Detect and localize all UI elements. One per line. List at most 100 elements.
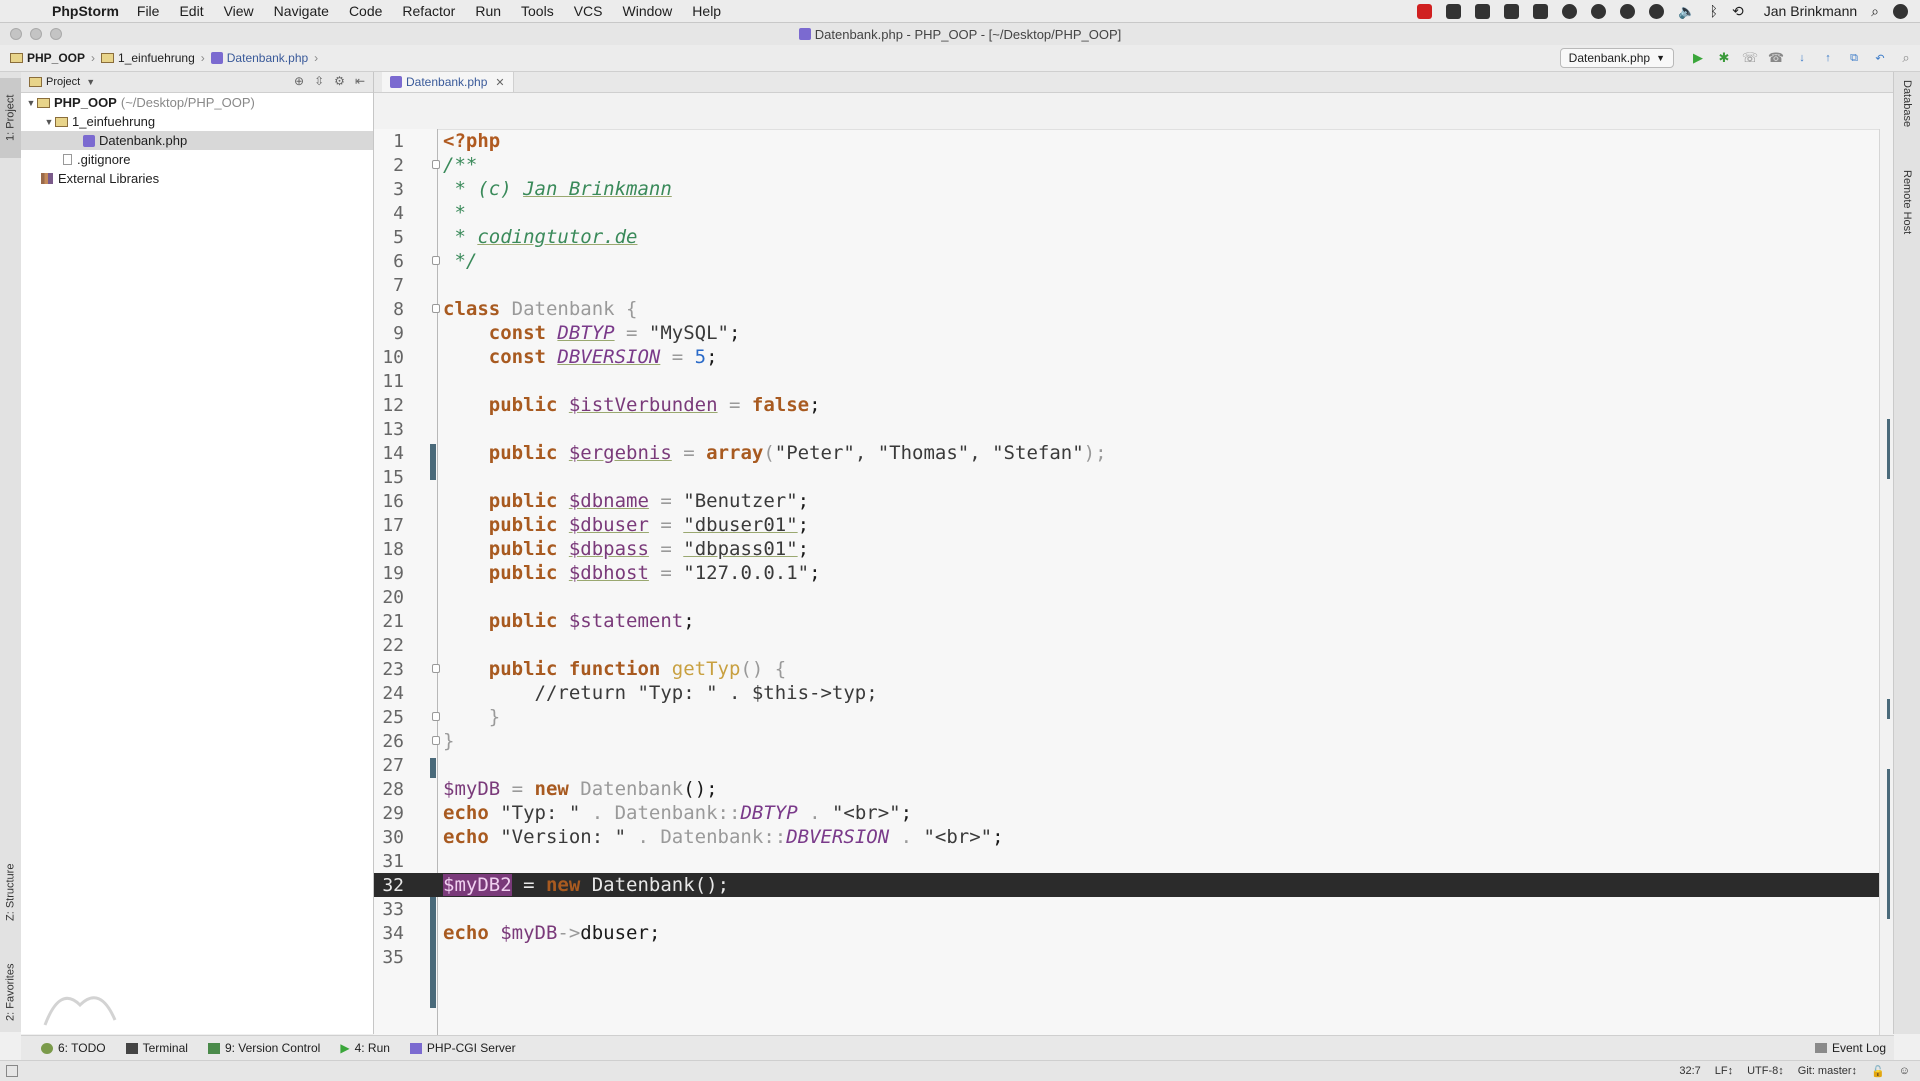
menu-run[interactable]: Run bbox=[475, 3, 501, 19]
bluetooth-icon[interactable]: ᛒ bbox=[1710, 3, 1718, 19]
project-view-select[interactable]: Project bbox=[46, 76, 80, 88]
time-machine-icon[interactable]: ⟲ bbox=[1732, 3, 1744, 20]
tab-project[interactable]: 1: Project bbox=[0, 78, 21, 158]
plus-icon[interactable] bbox=[1475, 3, 1491, 19]
editor-scrollbar[interactable] bbox=[1879, 129, 1894, 1035]
code-editor[interactable]: 1 <?php 2 /** 3 * (c) Jan Brinkmann 4 * … bbox=[374, 93, 1894, 1035]
fold-icon[interactable] bbox=[432, 256, 440, 265]
window-controls bbox=[10, 28, 62, 40]
tab-favorites[interactable]: 2: Favorites bbox=[0, 952, 21, 1032]
breadcrumb-file[interactable]: Datenbank.php bbox=[227, 51, 308, 65]
menu-edit[interactable]: Edit bbox=[179, 3, 203, 19]
caret-position[interactable]: 32:7 bbox=[1679, 1065, 1700, 1077]
terminal-tool-button[interactable]: Terminal bbox=[125, 1041, 188, 1055]
fold-icon[interactable] bbox=[432, 736, 440, 745]
minimize-window-button[interactable] bbox=[30, 28, 42, 40]
editor-tab-datenbank[interactable]: Datenbank.php ✕ bbox=[382, 72, 514, 92]
line-number: 9 bbox=[393, 322, 404, 344]
fold-icon[interactable] bbox=[432, 160, 440, 169]
git-branch-select[interactable]: Git: master↕ bbox=[1798, 1065, 1857, 1077]
info-icon[interactable] bbox=[1620, 3, 1636, 19]
run-button[interactable]: ▶ bbox=[1690, 50, 1706, 66]
menu-navigate[interactable]: Navigate bbox=[274, 3, 329, 19]
tree-item-project-root[interactable]: ▼ PHP_OOP (~/Desktop/PHP_OOP) bbox=[21, 93, 373, 112]
gear-icon[interactable]: ⚙ bbox=[334, 74, 345, 88]
project-view-icon bbox=[29, 77, 42, 87]
hide-panel-icon[interactable]: ⇤ bbox=[355, 74, 365, 88]
chevron-down-icon[interactable]: ▼ bbox=[86, 77, 95, 87]
collapse-all-icon[interactable]: ⇳ bbox=[314, 74, 324, 88]
record-icon[interactable] bbox=[1417, 3, 1433, 19]
zoom-window-button[interactable] bbox=[50, 28, 62, 40]
app-name-menu[interactable]: PhpStorm bbox=[52, 3, 119, 19]
user-name[interactable]: Jan Brinkmann bbox=[1764, 3, 1857, 19]
locate-icon[interactable]: ⊕ bbox=[294, 74, 304, 88]
menu-view[interactable]: View bbox=[224, 3, 254, 19]
tab-database[interactable]: Database bbox=[1896, 80, 1918, 150]
menu-tools[interactable]: Tools bbox=[521, 3, 554, 19]
vcs-commit-button[interactable]: ↑ bbox=[1820, 50, 1836, 66]
revert-button[interactable]: ↶ bbox=[1872, 50, 1888, 66]
search-everywhere-icon[interactable]: ⌕ bbox=[1898, 50, 1914, 66]
line-separator-select[interactable]: LF↕ bbox=[1715, 1065, 1733, 1077]
expand-arrow-icon[interactable]: ▼ bbox=[43, 117, 55, 127]
vcs-update-button[interactable]: ↓ bbox=[1794, 50, 1810, 66]
tree-item-external-libraries[interactable]: External Libraries bbox=[21, 169, 373, 188]
notification-center-icon[interactable] bbox=[1893, 3, 1908, 19]
event-log-button[interactable]: Event Log bbox=[1814, 1041, 1886, 1055]
breadcrumb-folder[interactable]: 1_einfuehrung bbox=[118, 51, 195, 65]
scroll-marker[interactable] bbox=[1887, 699, 1890, 719]
run-configuration-select[interactable]: Datenbank.php ▼ bbox=[1559, 48, 1674, 68]
volume-icon[interactable]: 🔈 bbox=[1678, 3, 1695, 20]
scroll-marker[interactable] bbox=[1887, 419, 1890, 479]
dropbox-icon[interactable] bbox=[1446, 3, 1462, 19]
punctuation: ; bbox=[809, 394, 821, 416]
drive-icon[interactable] bbox=[1504, 3, 1520, 19]
inspector-icon[interactable]: ☺ bbox=[1899, 1065, 1910, 1077]
debug-button[interactable]: ✱ bbox=[1716, 50, 1732, 66]
vcs-compare-button[interactable]: ⧉ bbox=[1846, 50, 1862, 66]
menu-vcs[interactable]: VCS bbox=[574, 3, 603, 19]
todo-tool-button[interactable]: 6: TODO bbox=[41, 1041, 106, 1055]
version-control-tool-button[interactable]: 9: Version Control bbox=[207, 1041, 320, 1055]
menu-window[interactable]: Window bbox=[623, 3, 673, 19]
notes-icon[interactable] bbox=[1533, 3, 1549, 19]
fold-icon[interactable] bbox=[432, 664, 440, 673]
evernote-icon[interactable] bbox=[1591, 3, 1607, 19]
string: "Peter", "Thomas", "Stefan" bbox=[774, 442, 1084, 464]
run-tool-button[interactable]: ▶ 4: Run bbox=[340, 1041, 390, 1055]
left-tool-stripe: 1: Project Z: Structure 2: Favorites bbox=[0, 72, 22, 1032]
menu-code[interactable]: Code bbox=[349, 3, 382, 19]
code-text: //return "Typ: " . $this->typ; bbox=[443, 682, 878, 704]
close-window-button[interactable] bbox=[10, 28, 22, 40]
tool-windows-toggle-icon[interactable] bbox=[6, 1065, 18, 1077]
scroll-marker[interactable] bbox=[1887, 769, 1890, 919]
tab-remote-host[interactable]: Remote Host bbox=[1896, 170, 1918, 270]
menu-help[interactable]: Help bbox=[692, 3, 721, 19]
listen-debug-button[interactable]: ☏ bbox=[1742, 50, 1758, 66]
punctuation: { bbox=[614, 298, 638, 320]
watermark-logo bbox=[43, 996, 117, 1026]
php-cgi-server-tool-button[interactable]: PHP-CGI Server bbox=[409, 1041, 516, 1055]
code-line-27: 27 bbox=[374, 753, 1894, 777]
spotlight-icon[interactable]: ⌕ bbox=[1871, 3, 1879, 20]
menu-file[interactable]: File bbox=[137, 3, 160, 19]
sync-icon[interactable] bbox=[1562, 3, 1578, 19]
keyword: public bbox=[443, 490, 569, 512]
breadcrumb-project[interactable]: PHP_OOP bbox=[27, 51, 85, 65]
code-line-21: 21 public $statement; bbox=[374, 609, 1894, 633]
close-icon[interactable]: ✕ bbox=[495, 76, 504, 89]
tree-item-folder[interactable]: ▼ 1_einfuehrung bbox=[21, 112, 373, 131]
fold-icon[interactable] bbox=[432, 304, 440, 313]
fold-icon[interactable] bbox=[432, 712, 440, 721]
tree-item-file[interactable]: .gitignore bbox=[21, 150, 373, 169]
creative-cloud-icon[interactable] bbox=[1649, 3, 1665, 19]
tree-item-file-selected[interactable]: Datenbank.php bbox=[21, 131, 373, 150]
lock-icon[interactable]: 🔓 bbox=[1871, 1065, 1885, 1078]
phone-icon[interactable]: ☎ bbox=[1768, 50, 1784, 66]
expand-arrow-icon[interactable]: ▼ bbox=[25, 98, 37, 108]
menu-refactor[interactable]: Refactor bbox=[402, 3, 455, 19]
tab-structure[interactable]: Z: Structure bbox=[0, 842, 21, 942]
line-number: 4 bbox=[393, 202, 404, 224]
encoding-select[interactable]: UTF-8↕ bbox=[1747, 1065, 1784, 1077]
